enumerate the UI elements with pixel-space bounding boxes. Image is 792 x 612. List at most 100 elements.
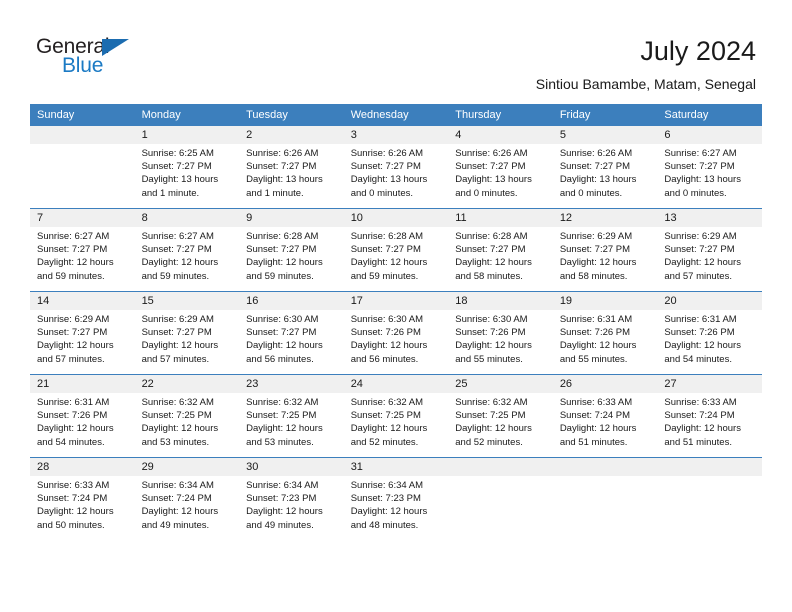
day-number[interactable]: 13 (657, 209, 762, 227)
day-cell[interactable]: Sunrise: 6:27 AM Sunset: 7:27 PM Dayligh… (657, 144, 762, 208)
day-cell[interactable]: Sunrise: 6:32 AM Sunset: 7:25 PM Dayligh… (135, 393, 240, 457)
sunset-text: Sunset: 7:24 PM (37, 493, 108, 505)
day-cell[interactable]: Sunrise: 6:32 AM Sunset: 7:25 PM Dayligh… (239, 393, 344, 457)
day-number[interactable]: 22 (135, 375, 240, 393)
day-cell[interactable] (553, 476, 658, 540)
day-number[interactable]: 4 (448, 126, 553, 144)
week-date-band: 21 22 23 24 25 26 27 (30, 375, 762, 393)
day-number[interactable]: 3 (344, 126, 449, 144)
day-cell[interactable]: Sunrise: 6:25 AM Sunset: 7:27 PM Dayligh… (135, 144, 240, 208)
day-number[interactable]: 21 (30, 375, 135, 393)
day-number[interactable]: 25 (448, 375, 553, 393)
day-cell[interactable]: Sunrise: 6:29 AM Sunset: 7:27 PM Dayligh… (135, 310, 240, 374)
day-number[interactable]: 17 (344, 292, 449, 310)
day-cell[interactable]: Sunrise: 6:31 AM Sunset: 7:26 PM Dayligh… (30, 393, 135, 457)
sunrise-text: Sunrise: 6:34 AM (350, 480, 424, 491)
daylight-text: Daylight: 12 hours and 55 minutes. (455, 340, 532, 365)
day-number[interactable]: 29 (135, 458, 240, 476)
day-cell[interactable]: Sunrise: 6:33 AM Sunset: 7:24 PM Dayligh… (553, 393, 658, 457)
sunrise-text: Sunrise: 6:28 AM (350, 231, 424, 242)
day-number[interactable]: 8 (135, 209, 240, 227)
daylight-text: Daylight: 12 hours and 56 minutes. (350, 340, 428, 365)
day-number[interactable]: 16 (239, 292, 344, 310)
day-cell[interactable]: Sunrise: 6:32 AM Sunset: 7:25 PM Dayligh… (448, 393, 553, 457)
day-number[interactable]: 12 (553, 209, 658, 227)
page-title: July 2024 (640, 36, 756, 66)
day-cell[interactable]: Sunrise: 6:34 AM Sunset: 7:24 PM Dayligh… (135, 476, 240, 540)
day-cell[interactable]: Sunrise: 6:26 AM Sunset: 7:27 PM Dayligh… (448, 144, 553, 208)
sunrise-text: Sunrise: 6:27 AM (664, 148, 737, 159)
day-cell[interactable]: Sunrise: 6:33 AM Sunset: 7:24 PM Dayligh… (30, 476, 135, 540)
day-number[interactable]: 6 (657, 126, 762, 144)
day-number[interactable]: 1 (135, 126, 240, 144)
day-number[interactable]: 15 (135, 292, 240, 310)
sunrise-text: Sunrise: 6:30 AM (455, 314, 528, 325)
day-cell[interactable]: Sunrise: 6:28 AM Sunset: 7:27 PM Dayligh… (344, 227, 449, 291)
day-cell[interactable]: Sunrise: 6:31 AM Sunset: 7:26 PM Dayligh… (553, 310, 658, 374)
sunset-text: Sunset: 7:25 PM (246, 410, 317, 422)
day-cell[interactable]: Sunrise: 6:34 AM Sunset: 7:23 PM Dayligh… (344, 476, 449, 540)
day-cell[interactable]: Sunrise: 6:31 AM Sunset: 7:26 PM Dayligh… (657, 310, 762, 374)
weekday-header-sunday: Sunday (37, 109, 75, 121)
day-number[interactable]: 18 (448, 292, 553, 310)
weekday-header-friday: Friday (559, 109, 591, 121)
day-cell[interactable]: Sunrise: 6:30 AM Sunset: 7:26 PM Dayligh… (448, 310, 553, 374)
day-number[interactable]: 2 (239, 126, 344, 144)
day-cell[interactable]: Sunrise: 6:27 AM Sunset: 7:27 PM Dayligh… (135, 227, 240, 291)
day-number[interactable]: 20 (657, 292, 762, 310)
daylight-text: Daylight: 12 hours and 59 minutes. (37, 257, 114, 282)
daylight-text: Daylight: 12 hours and 55 minutes. (559, 340, 637, 365)
day-number[interactable]: 28 (30, 458, 135, 476)
day-number[interactable]: 14 (30, 292, 135, 310)
sunset-text: Sunset: 7:27 PM (455, 244, 526, 256)
day-cell[interactable]: Sunrise: 6:29 AM Sunset: 7:27 PM Dayligh… (657, 227, 762, 291)
day-number[interactable]: 23 (239, 375, 344, 393)
general-blue-logo[interactable]: General Blue (36, 36, 176, 84)
day-number[interactable] (553, 458, 658, 476)
day-number[interactable]: 9 (239, 209, 344, 227)
day-cell[interactable]: Sunrise: 6:33 AM Sunset: 7:24 PM Dayligh… (657, 393, 762, 457)
sunrise-text: Sunrise: 6:28 AM (246, 231, 319, 242)
day-number[interactable]: 26 (553, 375, 658, 393)
day-cell[interactable]: Sunrise: 6:30 AM Sunset: 7:27 PM Dayligh… (239, 310, 344, 374)
daylight-text: Daylight: 12 hours and 53 minutes. (141, 423, 219, 448)
sunrise-text: Sunrise: 6:30 AM (246, 314, 319, 325)
day-number[interactable] (30, 126, 135, 144)
daylight-text: Daylight: 12 hours and 49 minutes. (141, 506, 219, 531)
sunset-text: Sunset: 7:27 PM (141, 244, 212, 256)
sunset-text: Sunset: 7:25 PM (350, 410, 421, 422)
day-number[interactable]: 10 (344, 209, 449, 227)
sunset-text: Sunset: 7:24 PM (141, 493, 212, 505)
sunset-text: Sunset: 7:27 PM (37, 244, 108, 256)
day-cell[interactable]: Sunrise: 6:34 AM Sunset: 7:23 PM Dayligh… (239, 476, 344, 540)
day-cell[interactable]: Sunrise: 6:28 AM Sunset: 7:27 PM Dayligh… (448, 227, 553, 291)
day-cell[interactable]: Sunrise: 6:26 AM Sunset: 7:27 PM Dayligh… (553, 144, 658, 208)
day-number[interactable]: 24 (344, 375, 449, 393)
day-number[interactable]: 30 (239, 458, 344, 476)
day-number[interactable]: 11 (448, 209, 553, 227)
sunset-text: Sunset: 7:24 PM (559, 410, 631, 422)
day-cell[interactable] (30, 144, 135, 208)
day-cell[interactable]: Sunrise: 6:26 AM Sunset: 7:27 PM Dayligh… (344, 144, 449, 208)
day-number[interactable]: 31 (344, 458, 449, 476)
calendar-page: General Blue July 2024 Sintiou Bamambe, … (0, 0, 792, 612)
day-cell[interactable] (448, 476, 553, 540)
day-cell[interactable]: Sunrise: 6:27 AM Sunset: 7:27 PM Dayligh… (30, 227, 135, 291)
day-number[interactable]: 19 (553, 292, 658, 310)
day-number[interactable]: 7 (30, 209, 135, 227)
day-cell[interactable]: Sunrise: 6:29 AM Sunset: 7:27 PM Dayligh… (553, 227, 658, 291)
day-cell[interactable] (657, 476, 762, 540)
sunrise-text: Sunrise: 6:31 AM (664, 314, 737, 325)
day-number[interactable]: 27 (657, 375, 762, 393)
logo-triangle-icon (102, 39, 129, 56)
daylight-text: Daylight: 12 hours and 59 minutes. (246, 257, 323, 282)
day-cell[interactable]: Sunrise: 6:29 AM Sunset: 7:27 PM Dayligh… (30, 310, 135, 374)
day-number[interactable]: 5 (553, 126, 658, 144)
day-cell[interactable]: Sunrise: 6:28 AM Sunset: 7:27 PM Dayligh… (239, 227, 344, 291)
day-cell[interactable]: Sunrise: 6:30 AM Sunset: 7:26 PM Dayligh… (344, 310, 449, 374)
day-cell[interactable]: Sunrise: 6:32 AM Sunset: 7:25 PM Dayligh… (344, 393, 449, 457)
day-number[interactable] (657, 458, 762, 476)
sunset-text: Sunset: 7:27 PM (350, 161, 421, 173)
day-number[interactable] (448, 458, 553, 476)
day-cell[interactable]: Sunrise: 6:26 AM Sunset: 7:27 PM Dayligh… (239, 144, 344, 208)
